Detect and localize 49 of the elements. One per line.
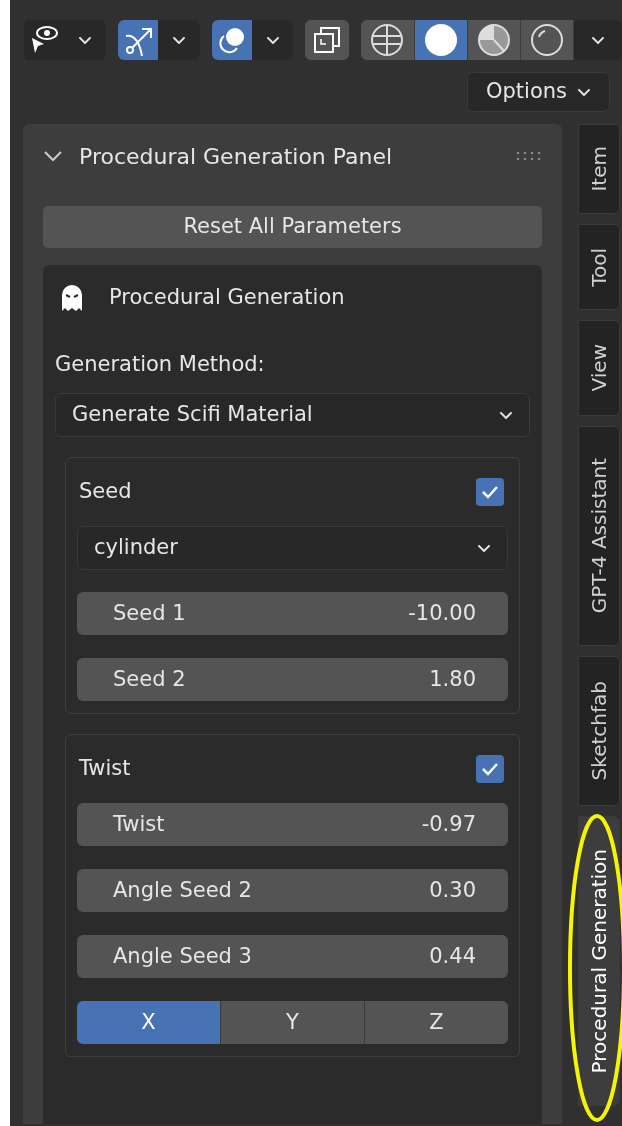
chevron-down-icon (43, 150, 63, 162)
axis-toggle[interactable]: X (77, 1001, 220, 1044)
gizmo-toggle[interactable] (117, 20, 158, 60)
axis-toggle[interactable]: Y (220, 1001, 364, 1044)
half-shaded-sphere-icon (477, 23, 511, 57)
chevron-down-icon (265, 35, 280, 45)
section-title: Procedural Generation (109, 284, 345, 312)
xray-toggle[interactable] (305, 20, 350, 60)
overlapping-squares-icon (312, 25, 343, 55)
number-field[interactable]: Seed 2 1.80 (77, 658, 508, 701)
chevron-down-icon (499, 410, 513, 420)
wireframe-sphere-icon (370, 23, 405, 57)
shading-mode-button[interactable] (414, 20, 468, 60)
ghost-icon (61, 284, 83, 312)
reset-button[interactable]: Reset All Parameters (43, 206, 542, 248)
checkbox[interactable] (476, 755, 504, 783)
chevron-down-icon (477, 543, 491, 553)
checkmark-icon (481, 485, 499, 499)
group-title: Twist (79, 755, 131, 783)
axis-toggle[interactable]: Z (364, 1001, 508, 1044)
chevron-down-icon (577, 87, 591, 97)
sidebar-tab[interactable]: Procedural Generation (578, 816, 620, 1106)
checkbox[interactable] (476, 478, 504, 506)
sidebar-tab[interactable]: Item (578, 124, 620, 214)
shading-mode-button[interactable] (361, 20, 415, 60)
number-field[interactable]: Twist -0.97 (77, 803, 508, 846)
shading-mode-button[interactable] (467, 20, 522, 60)
chevron-down-icon (77, 35, 92, 45)
dropdown[interactable]: Generate Scifi Material (55, 393, 530, 437)
number-field[interactable]: Seed 1 -10.00 (77, 592, 508, 635)
chevron-down-icon (171, 35, 186, 45)
shading-mode-button[interactable] (521, 20, 575, 60)
group-title: Seed (79, 478, 132, 506)
sidebar-tab[interactable]: GPT-4 Assistant (578, 426, 620, 646)
checkmark-icon (481, 762, 499, 776)
method-label: Generation Method: (55, 351, 266, 378)
sidebar-tab[interactable]: View (578, 320, 620, 416)
chevron-down-icon (591, 35, 606, 45)
overlay-toggle[interactable] (211, 20, 252, 60)
glossy-sphere-icon (530, 23, 565, 57)
drag-handle-icon (516, 151, 542, 161)
sidebar-tab[interactable]: Tool (578, 224, 620, 310)
panel-title: Procedural Generation Panel (79, 142, 394, 171)
number-field[interactable]: Angle Seed 2 0.30 (77, 869, 508, 912)
dropdown[interactable]: cylinder (77, 526, 508, 570)
options-dropdown[interactable]: Options (466, 72, 610, 112)
solid-sphere-icon (423, 23, 458, 57)
number-field[interactable]: Angle Seed 3 0.44 (77, 935, 508, 978)
sidebar-tab[interactable]: Sketchfab (578, 656, 620, 806)
